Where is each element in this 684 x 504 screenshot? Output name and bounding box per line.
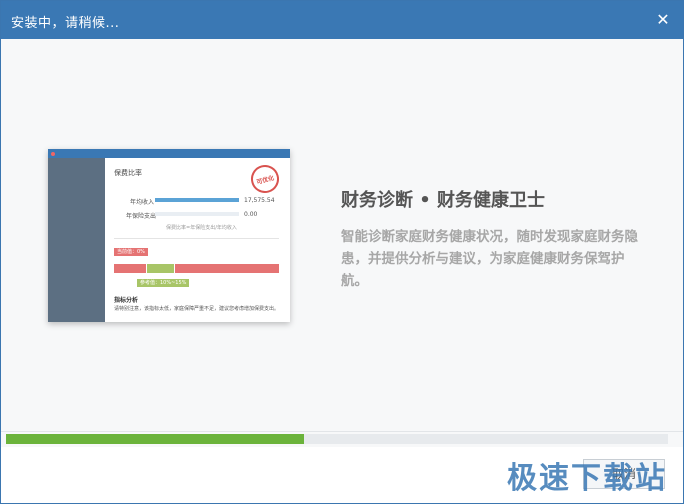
preview-row2-track xyxy=(155,212,239,216)
preview-row1-value: 17,575.54 xyxy=(244,197,275,204)
preview-title: 保费比率 xyxy=(114,169,142,177)
feature-preview-image: 保费比率 可优化 年均收入 17,575.54 年保险支出 0.00 保费比率=… xyxy=(48,149,290,322)
preview-sidebar xyxy=(48,158,105,322)
preview-topbar xyxy=(48,149,290,158)
preview-reference-tag: 参考值：10%~15% xyxy=(137,279,190,287)
site-watermark: 极速下载站 xyxy=(507,461,667,496)
preview-formula-note: 保费比率=年保险支出/年均收入 xyxy=(166,225,237,231)
title-bar: 安装中，请稍候... ✕ xyxy=(1,1,683,39)
preview-divider xyxy=(114,238,279,239)
preview-scale-low xyxy=(114,264,146,273)
preview-row2-label: 年保险支出 xyxy=(126,213,157,220)
preview-window-dot-icon xyxy=(51,152,55,156)
preview-stamp: 可优化 xyxy=(247,161,283,197)
preview-scale-ok xyxy=(147,264,174,273)
window-title: 安装中，请稍候... xyxy=(11,16,120,31)
preview-row1-bar xyxy=(155,198,239,202)
footer-divider xyxy=(1,431,683,432)
preview-row1-label: 年均收入 xyxy=(130,199,155,206)
preview-analysis-text: 请特别注意，该指标太低，家庭保障严重不足，建议您考虑增加保费支出。 xyxy=(114,306,280,312)
preview-current-tag: 当前值：0% xyxy=(114,248,148,256)
feature-description: 智能诊断家庭财务健康状况，随时发现家庭财务隐患，并提供分析与建议，为家庭健康财务… xyxy=(341,229,638,289)
install-progress-bar xyxy=(6,434,668,444)
preview-row2-value: 0.00 xyxy=(244,211,258,218)
installer-window: 安装中，请稍候... ✕ 保费比率 可优化 年均收入 17,575.54 年保险… xyxy=(0,0,684,504)
preview-scale-high xyxy=(175,264,279,273)
preview-analysis-title: 指标分析 xyxy=(114,297,139,304)
close-icon[interactable]: ✕ xyxy=(653,10,673,30)
feature-headline: 财务诊断 • 财务健康卫士 xyxy=(341,190,546,211)
install-progress-fill xyxy=(6,434,304,444)
